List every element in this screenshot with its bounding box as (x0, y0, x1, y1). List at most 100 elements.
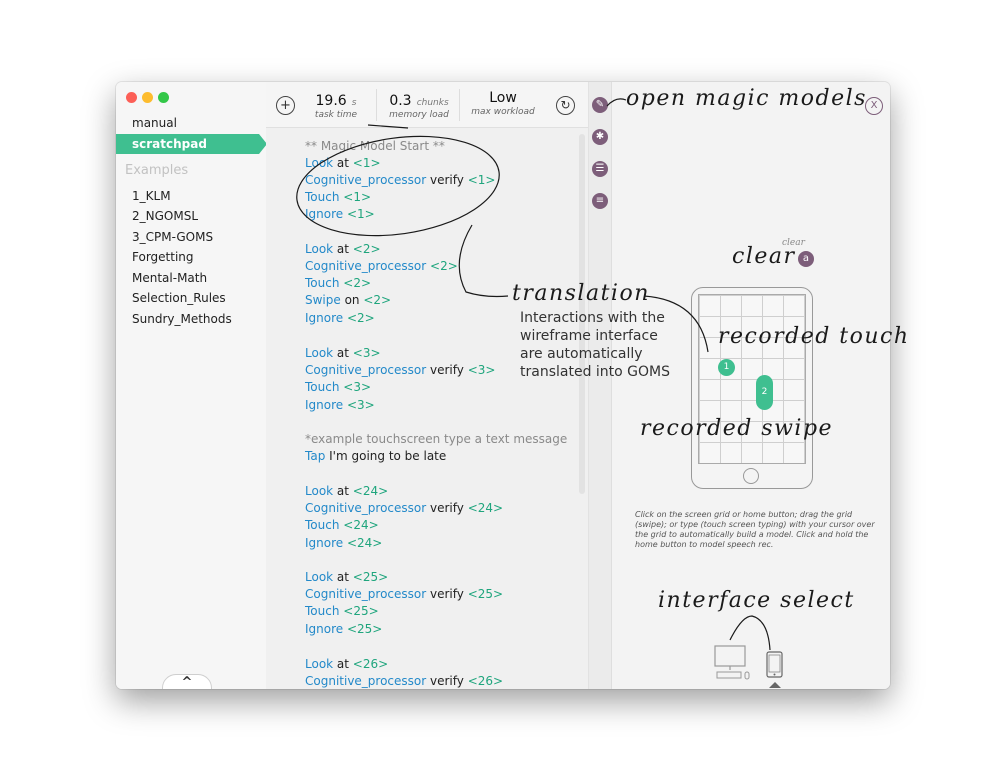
code-line: Cognitive_processor <2> (305, 259, 458, 273)
code-arg: <1> (343, 190, 372, 204)
code-keyword: Look (305, 346, 334, 360)
code-line: Swipe on <2> (305, 293, 391, 307)
code-arg: <3> (352, 346, 381, 360)
minimize-window-button[interactable] (142, 92, 153, 103)
code-line: Touch <3> (305, 380, 371, 394)
code-arg: <1> (467, 173, 496, 187)
code-line: Cognitive_processor verify <26> (305, 674, 503, 688)
code-arg: <2> (352, 242, 381, 256)
code-arg: <25> (343, 604, 379, 618)
phone-icon[interactable] (766, 651, 783, 678)
code-line: Cognitive_processor verify <3> (305, 363, 495, 377)
code-arg: <24> (467, 501, 504, 515)
examples-heading: Examples (125, 163, 189, 178)
code-line: Ignore <24> (305, 536, 382, 550)
code-keyword: Ignore (305, 398, 344, 412)
code-text: at (333, 570, 353, 584)
code-keyword: Swipe (305, 293, 341, 307)
code-text: at (333, 156, 353, 170)
workload-label: max workload (471, 107, 535, 117)
sidebar-item-sundry-methods[interactable]: Sundry_Methods (132, 312, 232, 326)
code-arg: <26> (352, 657, 389, 671)
code-line: *example touchscreen type a text message (305, 432, 568, 446)
code-keyword: Cognitive_processor (305, 363, 427, 377)
code-line: Look at <25> (305, 570, 388, 584)
align-icon[interactable]: ≡ (592, 193, 608, 209)
sidebar-item-manual[interactable]: manual (132, 116, 177, 130)
zoom-window-button[interactable] (158, 92, 169, 103)
annotation-translation-body: Interactions with the wireframe interfac… (520, 310, 671, 380)
close-window-button[interactable] (126, 92, 137, 103)
code-line: Touch <2> (305, 276, 371, 290)
magic-models-toolstrip: ✎ ✱ ☰ ≡ (589, 82, 612, 689)
code-arg: <3> (346, 398, 375, 412)
code-arg: <2> (363, 293, 392, 307)
workload-value: Low (489, 90, 517, 106)
code-text: verify (426, 173, 468, 187)
code-line: Cognitive_processor verify <24> (305, 501, 503, 515)
close-panel-button[interactable]: X (865, 97, 883, 115)
toolbar-divider (376, 89, 377, 121)
code-text: on (340, 293, 364, 307)
code-keyword: Look (305, 657, 334, 671)
asterisk-icon[interactable]: ✱ (592, 129, 608, 145)
code-arg: <24> (343, 518, 379, 532)
code-keyword: Touch (305, 380, 340, 394)
annotation-clear: clear (732, 244, 796, 269)
code-arg: <25> (346, 622, 383, 636)
desktop-icon[interactable] (713, 645, 753, 681)
code-line: Tap I'm going to be late (305, 449, 446, 463)
sidebar-item-selection-rules[interactable]: Selection_Rules (132, 291, 226, 305)
code-text: verify (426, 363, 468, 377)
home-button[interactable] (743, 468, 759, 484)
code-keyword: Cognitive_processor (305, 587, 427, 601)
code-editor[interactable]: + 19.6 s task time 0.3 chunks memory loa… (266, 82, 588, 689)
pencil-icon[interactable]: ✎ (592, 97, 608, 113)
code-line: Touch <24> (305, 518, 379, 532)
code-arg: <25> (352, 570, 389, 584)
code-arg: <3> (343, 380, 372, 394)
code-arg: <1> (352, 156, 381, 170)
code-line: ** Magic Model Start ** (305, 139, 445, 153)
sidebar-item-2-ngomsl[interactable]: 2_NGOMSL (132, 209, 198, 223)
selected-interface-indicator (769, 682, 781, 688)
sidebar-item-scratchpad[interactable]: scratchpad (116, 134, 267, 154)
sidebar-item-forgetting[interactable]: Forgetting (132, 250, 194, 264)
code-line: Cognitive_processor verify <25> (305, 587, 503, 601)
phone-wireframe: 1 2 (691, 287, 813, 489)
collapse-button[interactable]: ^ (162, 674, 212, 689)
sidebar: manual scratchpad Examples 1_KLM 2_NGOMS… (116, 82, 267, 689)
memory-load-stat: 0.3 chunks memory load (381, 90, 457, 120)
task-time-unit: s (351, 98, 357, 108)
code-keyword: Look (305, 242, 334, 256)
code-arg: <25> (467, 587, 504, 601)
annotation-translation: translation (512, 281, 650, 306)
clear-button[interactable]: a (798, 251, 814, 267)
code-arg: <2> (346, 311, 375, 325)
code-line: Touch <1> (305, 190, 371, 204)
annotation-recorded-swipe: recorded swipe (640, 416, 834, 441)
code-text: at (333, 484, 353, 498)
sidebar-item-1-klm[interactable]: 1_KLM (132, 189, 171, 203)
list-icon[interactable]: ☰ (592, 161, 608, 177)
code-keyword: Touch (305, 518, 340, 532)
code-line: Ignore <2> (305, 311, 375, 325)
sidebar-item-mental-math[interactable]: Mental-Math (132, 271, 207, 285)
code-keyword: Cognitive_processor (305, 674, 427, 688)
sidebar-item-3-cpm-goms[interactable]: 3_CPM-GOMS (132, 230, 213, 244)
code-arg: <2> (343, 276, 372, 290)
add-button[interactable]: + (276, 96, 295, 115)
memory-unit: chunks (416, 98, 449, 108)
code-line: Look at <2> (305, 242, 381, 256)
code-arg: <2> (430, 259, 458, 273)
memory-value: 0.3 (389, 93, 412, 109)
annotation-interface-select: interface select (658, 588, 855, 613)
code-keyword: Ignore (305, 311, 344, 325)
code-arg: <1> (346, 207, 375, 221)
code-arg: <24> (352, 484, 389, 498)
code-keyword: Look (305, 156, 334, 170)
code-line: Look at <26> (305, 657, 388, 671)
code-text: verify (426, 674, 468, 688)
refresh-button[interactable]: ↻ (556, 96, 575, 115)
code-keyword: Ignore (305, 536, 344, 550)
